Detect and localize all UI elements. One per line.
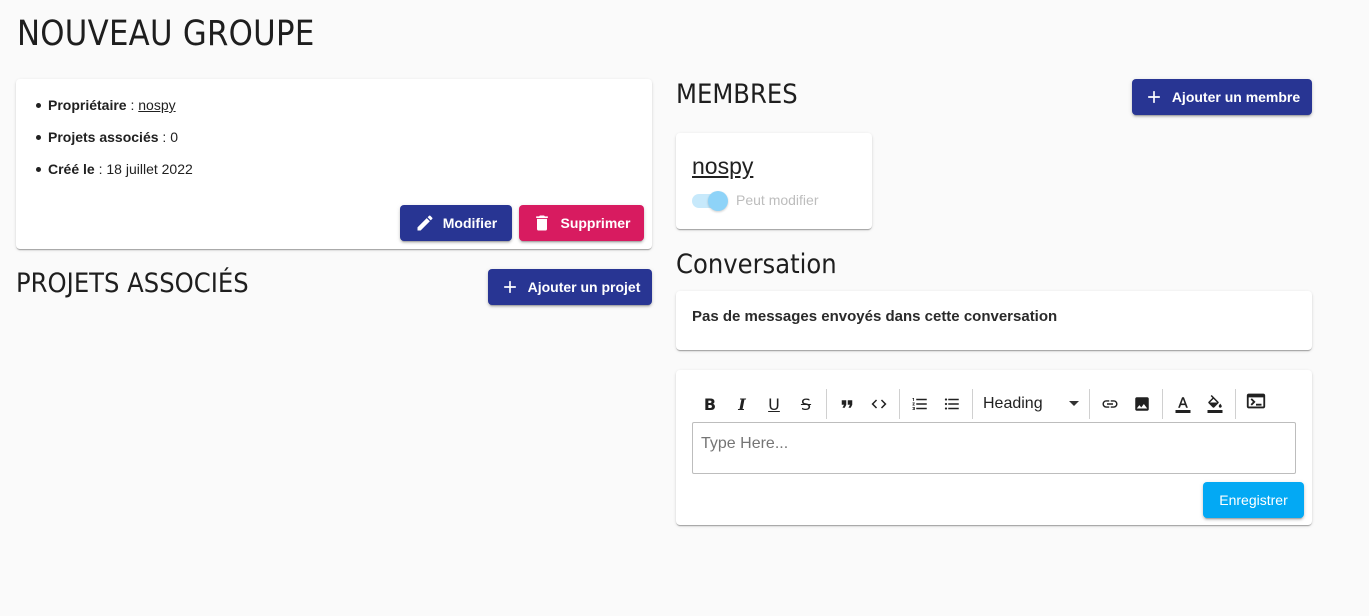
heading-select-value: Heading bbox=[983, 395, 1043, 412]
quote-icon[interactable] bbox=[831, 388, 863, 420]
conversation-title: Conversation bbox=[676, 249, 837, 280]
can-edit-label: Peut modifier bbox=[736, 192, 819, 208]
members-section-title: MEMBRES bbox=[676, 79, 798, 110]
member-name-link[interactable]: nospy bbox=[692, 153, 753, 180]
toolbar-divider bbox=[899, 389, 900, 419]
italic-icon[interactable]: I bbox=[726, 388, 758, 420]
page-title: NOUVEAU GROUPE bbox=[17, 14, 315, 54]
save-message-label: Enregistrer bbox=[1219, 492, 1288, 508]
owner-row: Propriétaire : nospy bbox=[36, 96, 193, 128]
group-info-card: Propriétaire : nospy Projets associés : … bbox=[16, 79, 652, 249]
pencil-icon bbox=[417, 215, 433, 231]
image-icon[interactable] bbox=[1126, 388, 1158, 420]
add-member-button[interactable]: Ajouter un membre bbox=[1132, 79, 1312, 115]
toolbar-divider bbox=[1089, 389, 1090, 419]
bold-icon[interactable]: B bbox=[694, 388, 726, 420]
message-editor-card: B I U S Heading Type Here... Enregistrer bbox=[676, 370, 1312, 525]
plus-icon bbox=[503, 281, 516, 293]
add-project-button[interactable]: Ajouter un projet bbox=[488, 269, 652, 305]
toolbar-divider bbox=[826, 389, 827, 419]
projects-section-title: PROJETS ASSOCIÉS bbox=[16, 268, 249, 299]
fill-color-icon[interactable] bbox=[1199, 388, 1231, 420]
save-message-button[interactable]: Enregistrer bbox=[1203, 482, 1304, 518]
caret-down-icon bbox=[1069, 401, 1079, 406]
toolbar-divider bbox=[1235, 389, 1236, 419]
empty-conversation-message: Pas de messages envoyés dans cette conve… bbox=[692, 308, 1058, 325]
created-row: Créé le : 18 juillet 2022 bbox=[36, 160, 193, 192]
message-input[interactable]: Type Here... bbox=[692, 422, 1296, 474]
edit-group-button[interactable]: Modifier bbox=[400, 205, 512, 241]
trash-icon bbox=[536, 215, 549, 231]
code-icon[interactable] bbox=[863, 388, 895, 420]
editor-toolbar: B I U S Heading bbox=[694, 388, 1272, 420]
terminal-icon[interactable] bbox=[1240, 385, 1272, 417]
group-info-list: Propriétaire : nospy Projets associés : … bbox=[36, 96, 193, 192]
toolbar-divider bbox=[1162, 389, 1163, 419]
strikethrough-icon[interactable]: S bbox=[790, 388, 822, 420]
created-value: 18 juillet 2022 bbox=[106, 161, 193, 177]
projects-count-value: 0 bbox=[170, 129, 178, 145]
text-color-icon[interactable] bbox=[1167, 388, 1199, 420]
owner-link[interactable]: nospy bbox=[138, 97, 175, 113]
delete-group-button[interactable]: Supprimer bbox=[519, 205, 644, 241]
created-label: Créé le bbox=[48, 161, 95, 177]
can-edit-toggle[interactable] bbox=[692, 191, 728, 211]
conversation-messages-card: Pas de messages envoyés dans cette conve… bbox=[676, 291, 1312, 350]
owner-label: Propriétaire bbox=[48, 97, 127, 113]
add-project-label: Ajouter un projet bbox=[527, 279, 641, 295]
toolbar-divider bbox=[972, 389, 973, 419]
underline-icon[interactable]: U bbox=[758, 388, 790, 420]
bullet-list-icon[interactable] bbox=[936, 388, 968, 420]
toggle-thumb bbox=[708, 191, 728, 211]
link-icon[interactable] bbox=[1094, 388, 1126, 420]
add-member-label: Ajouter un membre bbox=[1171, 89, 1301, 105]
projects-count-label: Projets associés bbox=[48, 129, 159, 145]
member-card: nospy Peut modifier bbox=[676, 133, 872, 229]
ordered-list-icon[interactable] bbox=[904, 388, 936, 420]
edit-group-label: Modifier bbox=[442, 215, 498, 231]
delete-group-label: Supprimer bbox=[560, 215, 631, 231]
heading-select[interactable]: Heading bbox=[977, 388, 1085, 420]
plus-icon bbox=[1147, 91, 1160, 103]
projects-count-row: Projets associés : 0 bbox=[36, 128, 193, 160]
